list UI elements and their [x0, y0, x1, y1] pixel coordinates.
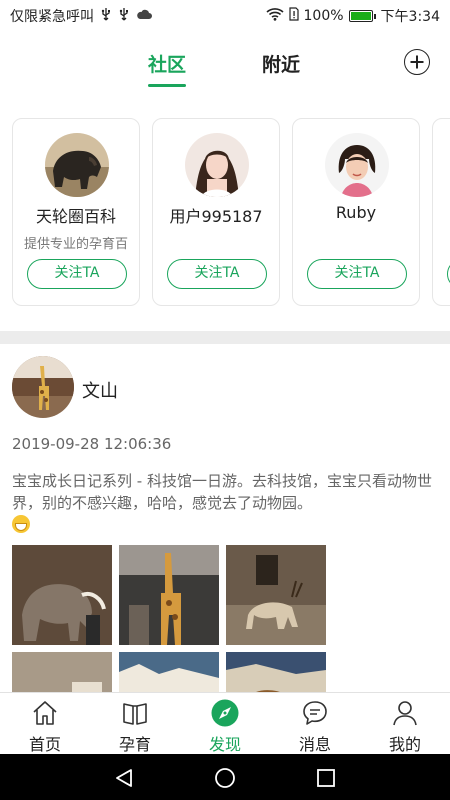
carrier-text: 仅限紧急呼叫: [10, 9, 94, 25]
tab-community[interactable]: 社区: [148, 50, 187, 87]
user-name: Ruby: [335, 203, 377, 222]
post-photo[interactable]: [226, 545, 326, 645]
user-desc: 提供专业的孕育百: [23, 237, 128, 252]
chat-bubble-icon: [303, 701, 327, 725]
post-photo-grid: [12, 545, 332, 695]
user-name: 用户995187: [169, 207, 263, 226]
user-name: 天轮圈百科: [35, 207, 116, 226]
status-bar: 仅限紧急呼叫 100% 下午3:34: [0, 0, 450, 32]
follow-button[interactable]: 关注TA: [167, 259, 267, 289]
nav-home[interactable]: 首页: [0, 693, 90, 755]
usb-icon-2: [118, 7, 130, 25]
nav-discover-label: 发现: [208, 735, 241, 754]
home-icon: [33, 701, 57, 725]
top-tabs: 社区 附近: [0, 38, 450, 88]
avatar[interactable]: [45, 133, 109, 197]
user-card[interactable]: 用户995187 关注TA: [152, 118, 280, 306]
user-card[interactable]: Ruby 关注TA: [292, 118, 420, 306]
nav-home-label: 首页: [28, 735, 61, 754]
user-card-partial[interactable]: [432, 118, 450, 306]
sim-alert-icon: [288, 7, 299, 25]
follow-button[interactable]: 关注TA: [27, 259, 127, 289]
post-author-avatar[interactable]: [12, 356, 74, 418]
post-photo[interactable]: [119, 652, 219, 695]
tab-nearby[interactable]: 附近: [262, 50, 300, 77]
compass-icon: [211, 699, 239, 727]
recents-icon[interactable]: [315, 767, 337, 789]
post-author-name[interactable]: 文山: [82, 377, 118, 403]
person-icon: [393, 701, 417, 726]
tab-community-label: 社区: [148, 54, 187, 76]
post-text: 宝宝成长日记系列 - 科技馆一日游。去科技馆，宝宝只看动物世界，别的不感兴趣，哈…: [12, 470, 440, 536]
grin-emoji-icon: [12, 515, 30, 533]
usb-icon: [100, 7, 112, 25]
battery-icon: [348, 10, 376, 22]
nav-mine[interactable]: 我的: [360, 693, 450, 755]
bottom-nav: 首页 孕育 发现 消息 我的: [0, 692, 450, 754]
post-photo[interactable]: [12, 652, 112, 695]
nav-parenting[interactable]: 孕育: [90, 693, 180, 755]
book-icon: [123, 703, 147, 725]
post-photo[interactable]: [119, 545, 219, 645]
back-icon[interactable]: [113, 767, 135, 789]
section-divider: [0, 331, 450, 344]
active-tab-indicator: [148, 84, 187, 87]
follow-button[interactable]: 关注TA: [307, 259, 407, 289]
recommended-users: 天轮圈百科 提供专业的孕育百 关注TA 用户995187 关注TA Ruby 关…: [12, 118, 450, 306]
tab-nearby-label: 附近: [262, 54, 301, 76]
post-timestamp: 2019-09-28 12:06:36: [12, 435, 172, 453]
nav-discover[interactable]: 发现: [180, 693, 270, 755]
post-photo[interactable]: [226, 652, 326, 695]
nav-messages-label: 消息: [298, 735, 331, 754]
post-body: 宝宝成长日记系列 - 科技馆一日游。去科技馆，宝宝只看动物世界，别的不感兴趣，哈…: [12, 472, 432, 512]
avatar[interactable]: [185, 133, 249, 197]
avatar[interactable]: [325, 133, 389, 197]
clock: 下午3:34: [380, 9, 440, 25]
nav-mine-label: 我的: [388, 735, 421, 754]
post-photo[interactable]: [12, 545, 112, 645]
wifi-icon: [265, 7, 284, 25]
nav-messages[interactable]: 消息: [270, 693, 360, 755]
battery-percent: 100%: [303, 8, 344, 24]
add-post-button[interactable]: [404, 49, 430, 75]
nav-parenting-label: 孕育: [118, 735, 151, 754]
home-circle-icon[interactable]: [214, 767, 236, 789]
system-nav-bar: [0, 754, 450, 800]
user-card[interactable]: 天轮圈百科 提供专业的孕育百 关注TA: [12, 118, 140, 306]
cloud-icon: [136, 8, 152, 24]
